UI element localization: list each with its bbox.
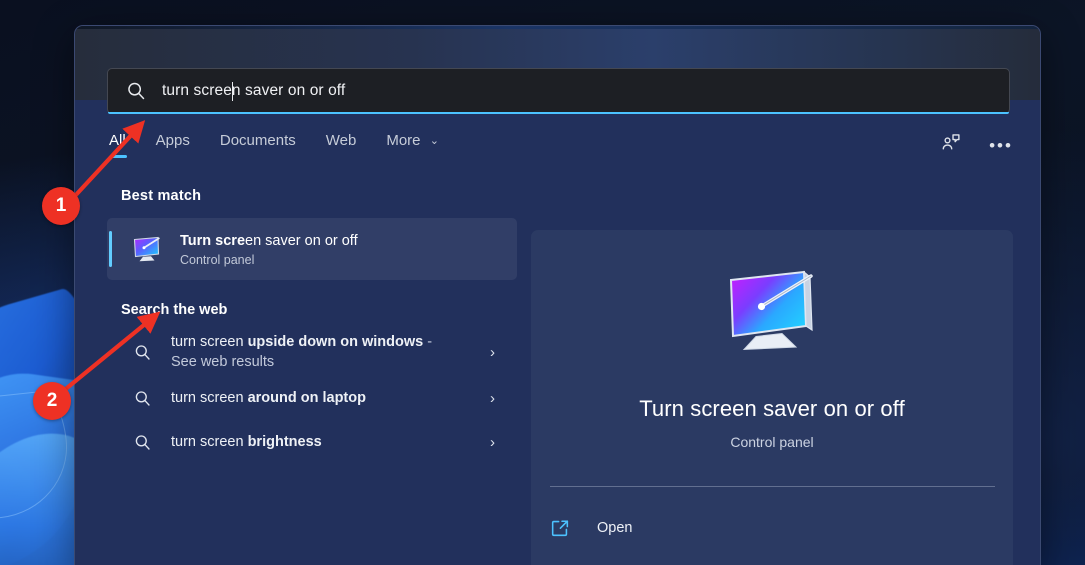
search-results-list: Best match Turn screen saver on or off C… [75, 174, 531, 565]
web-result-row-1[interactable]: turn screen upside down on windows - See… [107, 328, 517, 376]
tab-apps-label: Apps [155, 132, 190, 149]
search-icon [125, 80, 147, 102]
web-result-row-3[interactable]: turn screen brightness › [107, 420, 517, 464]
best-match-title: Turn screen saver on or off [180, 232, 358, 250]
tab-apps[interactable]: Apps [156, 132, 190, 158]
text-caret [232, 81, 233, 101]
screen: turn screen saver on or off All Apps Doc… [0, 0, 1085, 565]
preview-title: Turn screen saver on or off [639, 396, 905, 421]
preview-panel: Turn screen saver on or off Control pane… [531, 230, 1013, 565]
web-result-prefix-2: turn screen [171, 390, 248, 406]
tab-web-label: Web [325, 132, 357, 149]
tab-all[interactable]: All [109, 132, 127, 158]
chevron-right-icon: › [490, 389, 495, 407]
annotation-badge-2: 2 [33, 382, 71, 420]
search-results-body: Best match Turn screen saver on or off C… [75, 174, 1040, 565]
annotation-badge-1: 1 [42, 187, 80, 225]
selection-indicator [109, 231, 112, 267]
open-external-icon [549, 517, 571, 539]
chevron-right-icon: › [490, 343, 495, 361]
chevron-down-icon: ⌄ [429, 135, 439, 147]
web-result-bold-1: upside down on windows [247, 334, 424, 350]
feedback-button[interactable] [936, 130, 966, 160]
tab-documents[interactable]: Documents [220, 132, 296, 158]
web-result-label-2: turn screen around on laptop [171, 388, 366, 408]
open-action[interactable]: Open [549, 511, 1013, 545]
best-match-title-rest: en saver on or off [245, 232, 358, 249]
search-input[interactable]: turn screen saver on or off [107, 68, 1010, 114]
tab-documents-label: Documents [219, 132, 296, 149]
web-result-bold-3: brightness [247, 434, 322, 450]
best-match-subtitle: Control panel [180, 252, 255, 267]
chevron-right-icon: › [490, 433, 495, 451]
screen-saver-icon [718, 268, 826, 360]
web-results-list: turn screen upside down on windows - See… [75, 328, 531, 464]
web-result-row-2[interactable]: turn screen around on laptop › [107, 376, 517, 420]
feedback-icon [940, 132, 962, 159]
preview-subtitle: Control panel [730, 434, 814, 450]
web-result-bold-2: around on laptop [247, 390, 366, 406]
search-icon [133, 343, 152, 362]
search-input-value: turn screen saver on or off [162, 82, 346, 99]
screen-saver-icon [130, 232, 164, 266]
tab-web[interactable]: Web [326, 132, 357, 158]
best-match-section-label: Best match [121, 188, 202, 204]
web-result-prefix-1: turn screen [171, 334, 248, 350]
search-icon [133, 389, 152, 408]
best-match-item[interactable]: Turn screen saver on or off Control pane… [107, 218, 517, 280]
search-flyout: turn screen saver on or off All Apps Doc… [74, 25, 1041, 565]
best-match-title-bold: Turn scre [180, 232, 246, 249]
web-result-label-1: turn screen upside down on windows - See… [171, 332, 446, 372]
preview-divider [549, 486, 995, 487]
tab-more[interactable]: More ⌄ [386, 132, 439, 158]
web-result-label-3: turn screen brightness [171, 432, 322, 452]
more-options-icon: ••• [989, 135, 1013, 155]
open-label: Open [597, 520, 633, 536]
search-header-actions: ••• [936, 130, 1016, 160]
search-icon [133, 433, 152, 452]
tab-all-label: All [109, 132, 126, 149]
web-result-prefix-3: turn screen [171, 434, 248, 450]
tab-more-label: More [386, 132, 421, 149]
search-filter-tabs: All Apps Documents Web More ⌄ [109, 132, 439, 158]
more-options-button[interactable]: ••• [986, 130, 1016, 160]
web-section-label: Search the web [121, 302, 228, 318]
